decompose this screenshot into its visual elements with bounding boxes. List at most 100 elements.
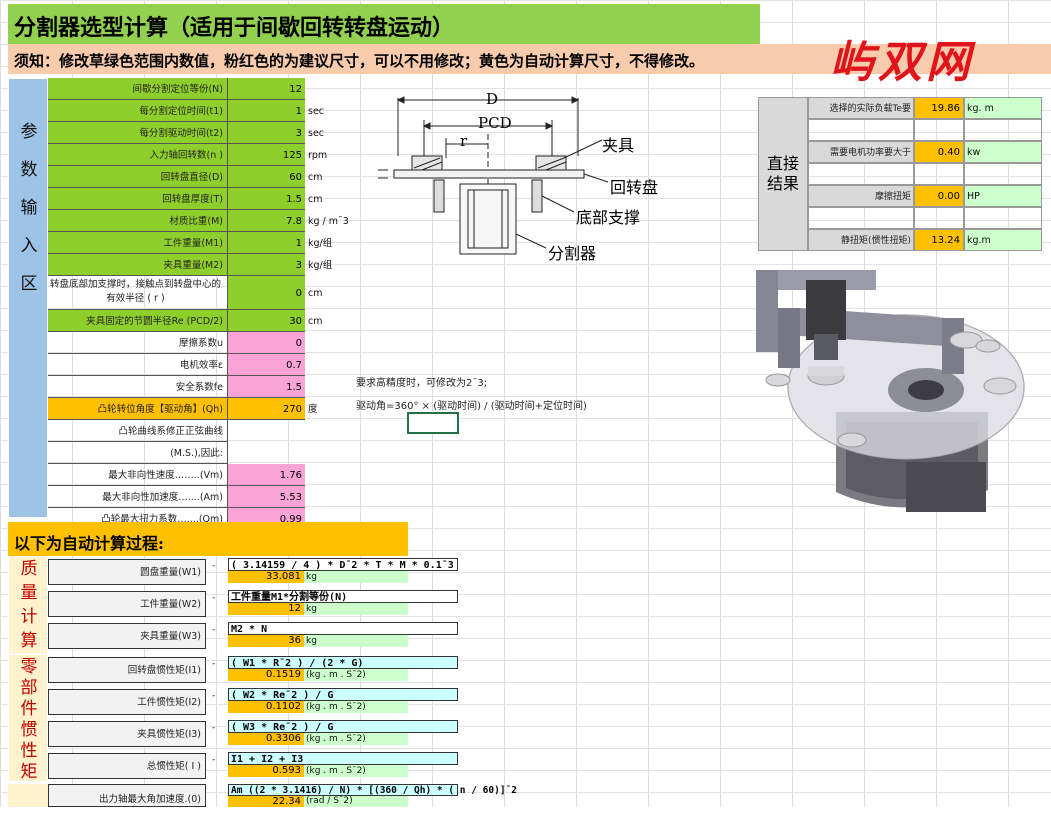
- last-row-spacer: [8, 784, 48, 807]
- calc-formula[interactable]: ( W3 * Re¯2 ) / G: [228, 720, 458, 733]
- calc-dash: -: [212, 625, 216, 635]
- inertia-section-label: 零 部 件 惯 性 矩: [8, 654, 48, 782]
- inertia-label-char: 件: [20, 699, 38, 719]
- mass-label-char: 算: [20, 631, 38, 651]
- calc-value[interactable]: 0.1519: [228, 669, 304, 681]
- param-value-cell[interactable]: 1.5: [228, 376, 305, 398]
- result-label: 静扭矩(惯性扭矩): [808, 229, 914, 251]
- calc-row: 工件重量(W2) - 工件重量M1*分割等份(N) 12 kg: [48, 588, 458, 620]
- watermark-logo: 屿双网: [830, 37, 974, 88]
- param-value-cell[interactable]: 0.7: [228, 354, 305, 376]
- indexer-3d-image: [756, 262, 1046, 532]
- calc-label: 圆盘重量(W1): [48, 559, 206, 585]
- result-unit: kw: [964, 141, 1042, 163]
- calc-label: 回转盘惯性矩(I1): [48, 657, 206, 683]
- param-value-cell[interactable]: 1.76: [228, 464, 305, 486]
- result-row: 摩擦扭矩 0.00 HP: [808, 185, 1042, 207]
- param-value-cell[interactable]: 3: [228, 122, 305, 144]
- param-label-char: 入: [20, 236, 38, 256]
- last-row-unit: (rad / S¯2): [304, 796, 408, 807]
- result-value[interactable]: 19.86: [914, 97, 964, 119]
- param-unit: kg/组: [308, 260, 333, 271]
- calc-unit: kg: [304, 635, 408, 647]
- param-label: (M.S.),因此:: [48, 442, 228, 464]
- result-value[interactable]: [914, 163, 964, 185]
- param-row: 夹具重量(M2) 3 kg/组: [48, 254, 378, 276]
- param-value-cell[interactable]: 270: [228, 398, 305, 420]
- param-unit: cm: [308, 288, 323, 299]
- mass-table: 圆盘重量(W1) -( 3.14159 / 4 ) * D¯2 * T * M *…: [48, 556, 458, 654]
- inertia-label-char: 矩: [20, 762, 38, 782]
- calc-dash: -: [212, 691, 216, 701]
- result-label: 需要电机功率要大于: [808, 141, 914, 163]
- param-value-cell[interactable]: 30: [228, 310, 305, 332]
- param-unit: kg/组: [308, 238, 333, 249]
- calc-value[interactable]: 0.3306: [228, 733, 304, 745]
- param-unit: sec: [308, 128, 325, 139]
- param-value-cell[interactable]: 7.8: [228, 210, 305, 232]
- param-label-char: 区: [20, 274, 38, 294]
- result-value[interactable]: 13.24: [914, 229, 964, 251]
- calc-value[interactable]: 36: [228, 635, 304, 647]
- param-section-label: 参 数 输 入 区: [8, 78, 48, 518]
- calc-formula[interactable]: ( W2 * Re¯2 ) / G: [228, 688, 458, 701]
- param-row: 凸轮转位角度【驱动角】(Qh) 270 度: [48, 398, 378, 420]
- calc-dash: -: [212, 561, 216, 571]
- result-unit: [964, 207, 1042, 229]
- result-row: [808, 163, 1042, 185]
- param-unit: sec: [308, 106, 325, 117]
- param-value-cell[interactable]: 12: [228, 78, 305, 100]
- result-value[interactable]: 0.00: [914, 185, 964, 207]
- param-label: 凸轮转位角度【驱动角】(Qh): [48, 398, 228, 420]
- mass-label-char: 质: [20, 559, 38, 579]
- param-value-cell[interactable]: 125: [228, 144, 305, 166]
- calc-label: 夹具重量(W3): [48, 623, 206, 649]
- param-value-cell[interactable]: 1.5: [228, 188, 305, 210]
- param-label: 夹具重量(M2): [48, 254, 228, 276]
- calc-value[interactable]: 0.1102: [228, 701, 304, 713]
- calc-unit: (kg . m . S¯2): [304, 669, 408, 681]
- param-label: 工件重量(M1): [48, 232, 228, 254]
- calc-formula[interactable]: ( 3.14159 / 4 ) * D¯2 * T * M * 0.1¯3: [228, 558, 458, 571]
- param-row: 回转盘直径(D) 60 cm: [48, 166, 378, 188]
- calc-formula[interactable]: M2 * N: [228, 622, 458, 635]
- note-drive-angle: 驱动角=360° × (驱动时间) / (驱动时间+定位时间): [356, 401, 587, 412]
- param-label-char: 参: [20, 122, 38, 142]
- calc-value[interactable]: 0.593: [228, 765, 304, 777]
- param-value-cell[interactable]: 3: [228, 254, 305, 276]
- param-row: 摩擦系数u 0: [48, 332, 378, 354]
- result-row: [808, 207, 1042, 229]
- last-row-formula[interactable]: Am ((2 * 3.1416) / N) * [(360 / Qh) * ( …: [228, 784, 517, 796]
- param-unit: cm: [308, 194, 323, 205]
- result-value[interactable]: [914, 119, 964, 141]
- calc-unit: (kg . m . S¯2): [304, 701, 408, 713]
- calc-formula[interactable]: I1 + I2 + I3: [228, 752, 458, 765]
- param-value-cell[interactable]: 60: [228, 166, 305, 188]
- param-value-cell[interactable]: 5.53: [228, 486, 305, 508]
- param-label: 回转盘厚度(T): [48, 188, 228, 210]
- result-label: 直接结果: [766, 154, 799, 193]
- last-row-label: 出力轴最大角加速度.(0): [99, 794, 201, 805]
- calc-value[interactable]: 12: [228, 603, 304, 615]
- calc-formula[interactable]: ( W1 * R¯2 ) / (2 * G): [228, 656, 458, 669]
- diagram-label-turntable: 回转盘: [610, 178, 659, 197]
- last-row-value[interactable]: 22.34: [228, 796, 304, 807]
- param-value-cell[interactable]: 0: [228, 276, 305, 310]
- param-row: 每分割定位时间(t1) 1 sec: [48, 100, 378, 122]
- result-row: 选择的实际负载Te要 19.86 kg. m: [808, 97, 1042, 119]
- calc-formula[interactable]: 工件重量M1*分割等份(N): [228, 590, 458, 603]
- calc-value[interactable]: 33.081: [228, 571, 304, 583]
- param-row: 安全系数fe 1.5: [48, 376, 378, 398]
- auto-calc-title-bar: 以下为自动计算过程:: [8, 522, 408, 556]
- selected-cell[interactable]: [407, 412, 459, 434]
- param-value-cell[interactable]: 1: [228, 100, 305, 122]
- param-value-cell[interactable]: 0: [228, 332, 305, 354]
- note-precision: 要求高精度时，可修改为2¯3;: [356, 378, 488, 389]
- param-value-cell[interactable]: 1: [228, 232, 305, 254]
- param-label: 每分割驱动时间(t2): [48, 122, 228, 144]
- result-value[interactable]: 0.40: [914, 141, 964, 163]
- param-label: 电机效率ε: [48, 354, 228, 376]
- param-label: 最大非向性速度……..(Vm): [48, 464, 228, 486]
- result-value[interactable]: [914, 207, 964, 229]
- diagram-label-support: 底部支撑: [576, 208, 641, 227]
